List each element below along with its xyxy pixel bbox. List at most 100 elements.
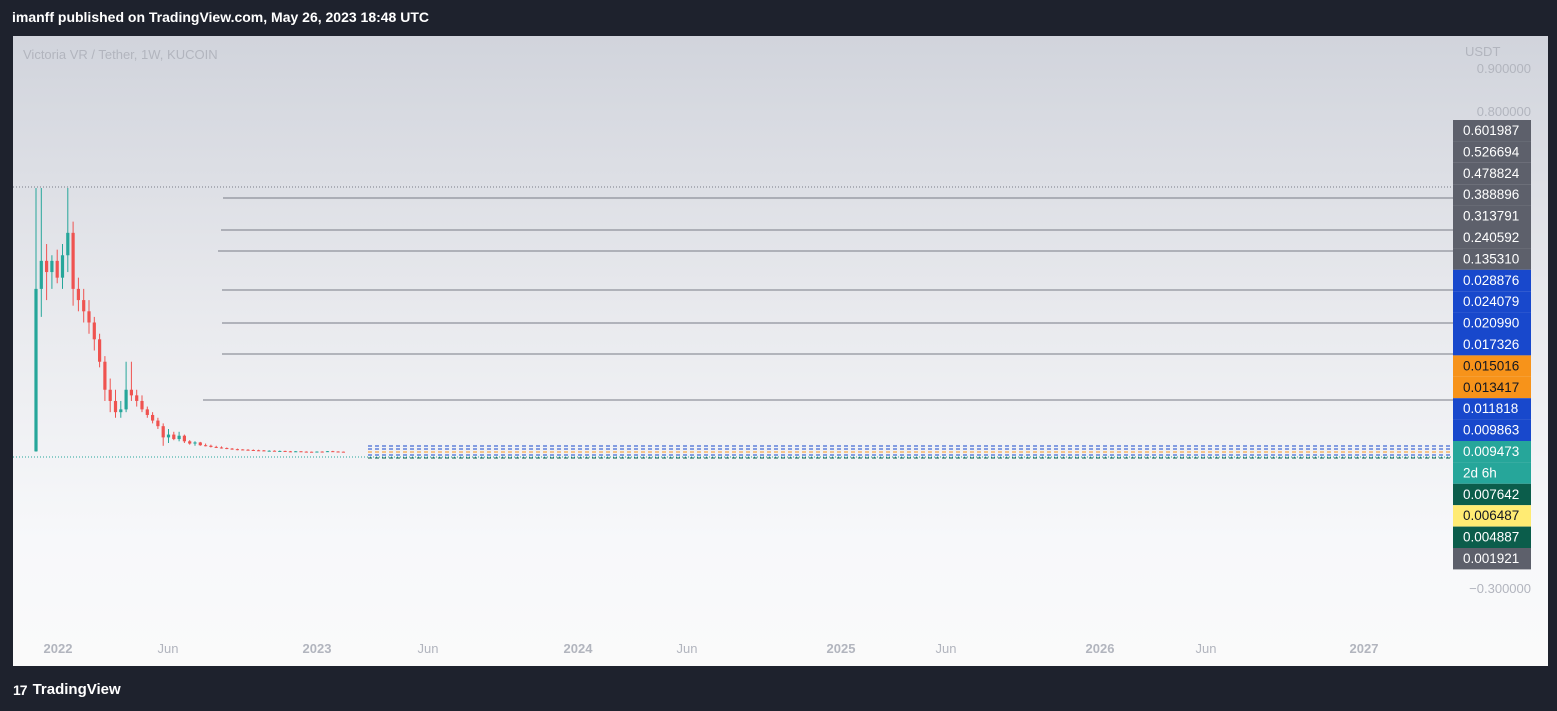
x-tick-label: 2024: [564, 641, 594, 656]
candle-body: [129, 389, 133, 396]
candle-body: [315, 451, 319, 453]
tradingview-logo-icon: 17: [13, 681, 28, 698]
candle-body: [188, 441, 192, 444]
candle-body: [135, 395, 139, 401]
price-label-text: 0.601987: [1463, 123, 1519, 138]
candle-body: [272, 450, 277, 452]
price-label-text: 0.526694: [1463, 144, 1520, 159]
candle-body: [336, 451, 340, 453]
candle-body: [76, 288, 80, 301]
candle-body: [45, 260, 49, 273]
price-label-text: 0.240592: [1463, 230, 1519, 245]
candle-body: [341, 451, 345, 453]
price-chart[interactable]: 2022 Jun 2023 Jun 2024 Jun 2025 Jun 2026 Jun 2027 0…: [13, 36, 1548, 666]
price-label-text: 0.004887: [1463, 530, 1519, 545]
candle-body: [198, 442, 202, 446]
candle-body: [214, 446, 218, 448]
candle-body: [177, 435, 181, 440]
publish-info: imanff published on TradingView.com, May…: [12, 9, 430, 25]
price-label-text: 0.015016: [1463, 358, 1519, 373]
x-tick-label: 2023: [303, 641, 332, 656]
x-tick-label: 2025: [827, 641, 856, 656]
price-label-text: 0.007642: [1463, 487, 1519, 502]
price-label-text: 0.017326: [1463, 337, 1519, 352]
x-tick-label: Jun: [158, 641, 179, 656]
candle-body: [140, 400, 144, 410]
candle-body: [60, 255, 65, 278]
tradingview-watermark[interactable]: 17 TradingView: [13, 681, 121, 698]
candle-body: [92, 322, 96, 340]
candle-body: [156, 420, 160, 427]
candle-body: [161, 426, 165, 438]
candle-body: [172, 434, 176, 440]
candle-body: [325, 451, 330, 453]
tradingview-brand: TradingView: [32, 681, 121, 698]
candle-body: [87, 311, 91, 323]
candle-body: [225, 448, 229, 450]
candle-body: [182, 435, 186, 442]
candle-body: [283, 450, 287, 452]
candle-body: [320, 451, 324, 453]
price-label-text: 0.013417: [1463, 380, 1519, 395]
symbol-title: Victoria VR / Tether, 1W, KUCOIN: [23, 47, 218, 62]
candle-body: [39, 260, 43, 289]
y-tick-label: −0.300000: [1469, 581, 1531, 596]
x-tick-label: Jun: [677, 641, 698, 656]
candle-body: [230, 448, 234, 450]
candle-body: [331, 451, 335, 453]
candle-body: [193, 442, 197, 444]
candle-body: [34, 288, 38, 452]
candle-body: [257, 450, 261, 452]
price-label-text: 0.478824: [1463, 166, 1520, 181]
candle-body: [166, 434, 171, 438]
candle-body: [82, 300, 86, 312]
candle-body: [151, 414, 155, 421]
price-label-text: 0.388896: [1463, 187, 1519, 202]
y-tick-label: 0.900000: [1477, 61, 1531, 76]
x-tick-label: Jun: [1196, 641, 1217, 656]
x-tick-label: 2022: [44, 641, 73, 656]
candle-body: [108, 389, 112, 401]
candle-body: [251, 449, 255, 451]
candle-body: [50, 260, 54, 273]
price-label-text: 2d 6h: [1463, 465, 1497, 480]
price-label-text: 0.011818: [1463, 401, 1518, 416]
candle-body: [66, 232, 70, 256]
x-tick-label: Jun: [418, 641, 439, 656]
x-tick-label: 2027: [1350, 641, 1379, 656]
candle-body: [219, 447, 224, 449]
price-label-text: 0.024079: [1463, 294, 1519, 309]
candle-body: [246, 449, 250, 451]
y-tick-label: 0.800000: [1477, 104, 1531, 119]
candle-body: [267, 450, 271, 452]
candle-body: [204, 445, 208, 447]
candle-body: [209, 445, 213, 447]
candle-body: [299, 451, 303, 453]
chart-panel[interactable]: 2022 Jun 2023 Jun 2024 Jun 2025 Jun 2026 Jun 2027 0…: [13, 36, 1548, 666]
price-label-text: 0.020990: [1463, 316, 1519, 331]
price-label-text: 0.001921: [1463, 551, 1519, 566]
candle-body: [98, 339, 102, 362]
x-tick-label: Jun: [936, 641, 957, 656]
candle-body: [304, 451, 308, 453]
candle-body: [310, 451, 314, 453]
price-label-text: 0.009473: [1463, 444, 1519, 459]
candle-body: [294, 451, 298, 453]
candle-body: [262, 450, 266, 452]
currency-label: USDT: [1465, 44, 1501, 59]
candle-body: [145, 409, 149, 415]
candle-body: [55, 260, 59, 278]
candle-body: [278, 450, 282, 452]
candle-body: [103, 361, 107, 390]
candle-body: [288, 451, 292, 453]
x-tick-label: 2026: [1086, 641, 1115, 656]
candle-body: [124, 389, 128, 410]
price-label-text: 0.006487: [1463, 508, 1519, 523]
price-label-text: 0.028876: [1463, 273, 1519, 288]
price-label-text: 0.009863: [1463, 423, 1519, 438]
candle-body: [119, 409, 123, 413]
candle-body: [241, 449, 245, 451]
price-label-text: 0.313791: [1463, 209, 1519, 224]
price-label-text: 0.135310: [1463, 251, 1519, 266]
candle-body: [71, 232, 75, 289]
